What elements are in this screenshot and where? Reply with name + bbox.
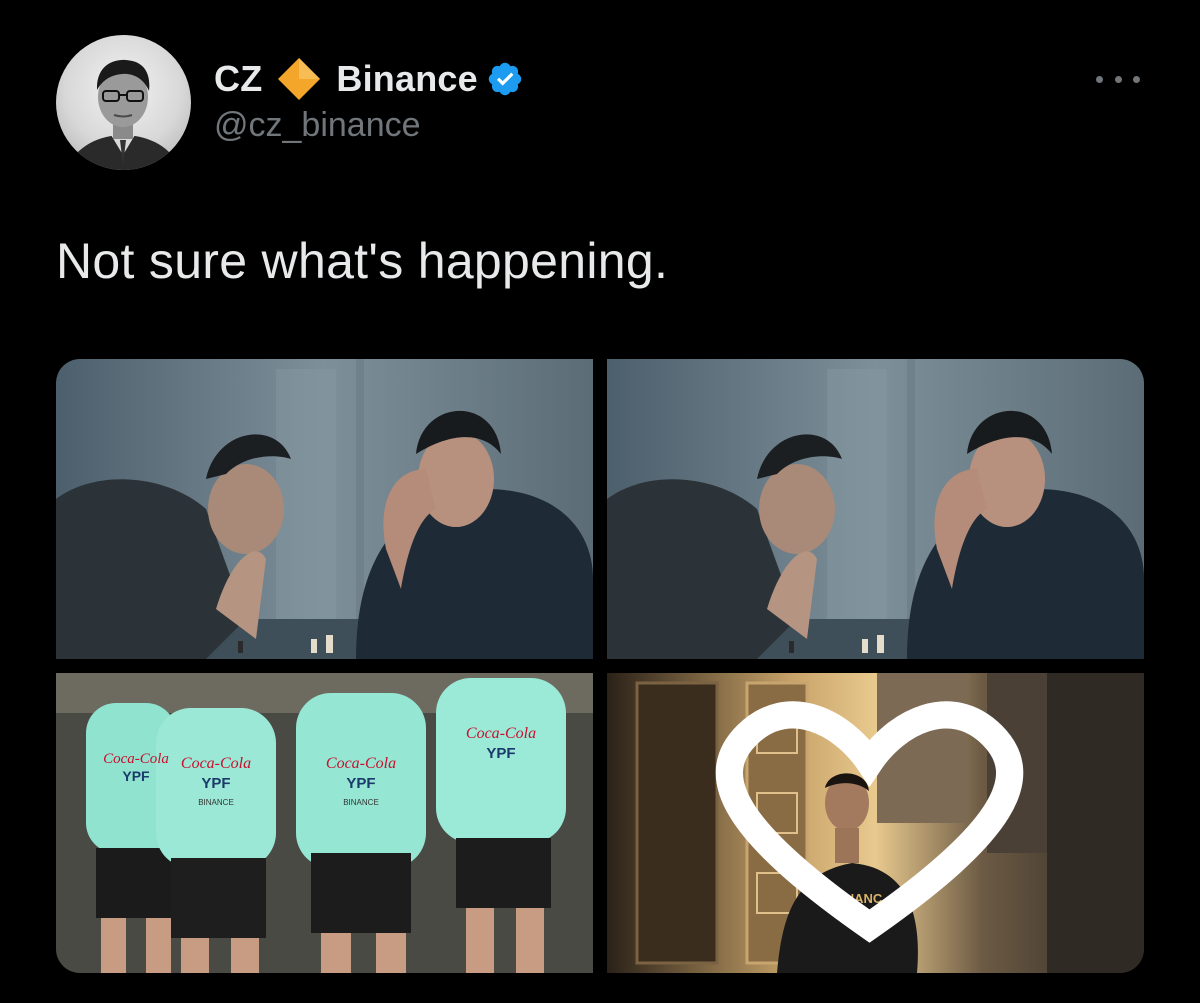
media-image-4[interactable]: BINANC — [607, 673, 1144, 973]
jersey-sponsor-1: Coca-Cola — [103, 751, 169, 767]
media-image-1[interactable] — [56, 359, 593, 659]
author-name-part2[interactable]: Binance — [336, 58, 477, 100]
jersey-sponsor-1: Coca-Cola — [181, 755, 251, 772]
jersey-sponsor-3: BINANCE — [198, 798, 234, 807]
tweet-text: Not sure what's happening. — [56, 233, 669, 289]
jersey-sponsor-3: BINANCE — [343, 798, 379, 807]
author-handle[interactable]: @cz_binance — [214, 106, 421, 145]
author-avatar[interactable] — [56, 35, 191, 170]
heart-icon[interactable] — [607, 673, 1138, 967]
more-dot — [1096, 75, 1103, 83]
verified-badge-icon[interactable] — [486, 60, 524, 98]
team-training-image-icon: Coca-Cola YPF Coca-Cola YPF BINANCE Coca… — [56, 673, 593, 973]
jersey-sponsor-2: YPF — [346, 775, 375, 792]
author-name-part1[interactable]: CZ — [214, 58, 262, 100]
more-dot — [1114, 75, 1122, 83]
jersey-sponsor-1: Coca-Cola — [466, 725, 536, 742]
more-options-button[interactable] — [1094, 64, 1142, 94]
media-image-2[interactable] — [607, 359, 1144, 659]
more-dot — [1133, 75, 1140, 83]
jersey-sponsor-2: YPF — [486, 745, 515, 762]
chess-match-image-icon — [607, 359, 1144, 659]
media-image-3[interactable]: Coca-Cola YPF Coca-Cola YPF BINANCE Coca… — [56, 673, 593, 973]
jersey-sponsor-1: Coca-Cola — [326, 755, 396, 772]
orange-diamond-icon — [278, 58, 321, 100]
media-grid: Coca-Cola YPF Coca-Cola YPF BINANCE Coca… — [56, 359, 1144, 973]
jersey-sponsor-2: YPF — [122, 768, 150, 784]
author-name-row[interactable]: CZ Binance — [214, 56, 524, 102]
jersey-sponsor-2: YPF — [201, 775, 230, 792]
tweet-card: CZ Binance @cz_binance Not sure what's h… — [0, 0, 1200, 1003]
avatar-photo-icon — [66, 59, 181, 170]
chess-match-image-icon — [56, 359, 593, 659]
